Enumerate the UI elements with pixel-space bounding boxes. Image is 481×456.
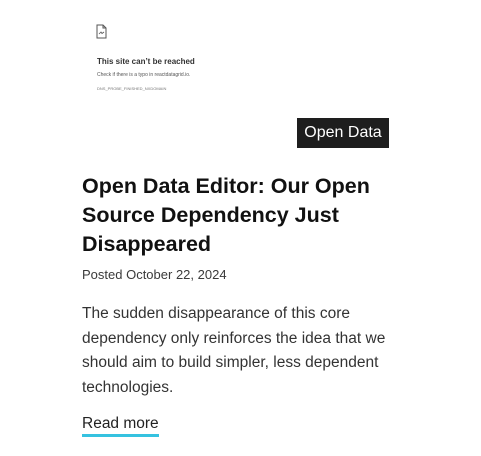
error-title: This site can’t be reached	[97, 57, 195, 66]
category-tag-link[interactable]: Open Data	[297, 118, 389, 148]
post-excerpt: The sudden disappearance of this core de…	[82, 305, 386, 396]
error-subtitle: Check if there is a typo in reactdatagri…	[97, 72, 191, 78]
post-title[interactable]: Open Data Editor: Our Open Source Depend…	[82, 172, 412, 259]
read-more-link[interactable]: Read more	[82, 415, 159, 437]
blog-post-card: This site can’t be reached Check if ther…	[0, 0, 481, 456]
post-date: Posted October 22, 2024	[82, 267, 227, 282]
error-code: DNS_PROBE_FINISHED_NXDOMAIN	[97, 86, 167, 91]
broken-document-icon	[96, 24, 107, 39]
